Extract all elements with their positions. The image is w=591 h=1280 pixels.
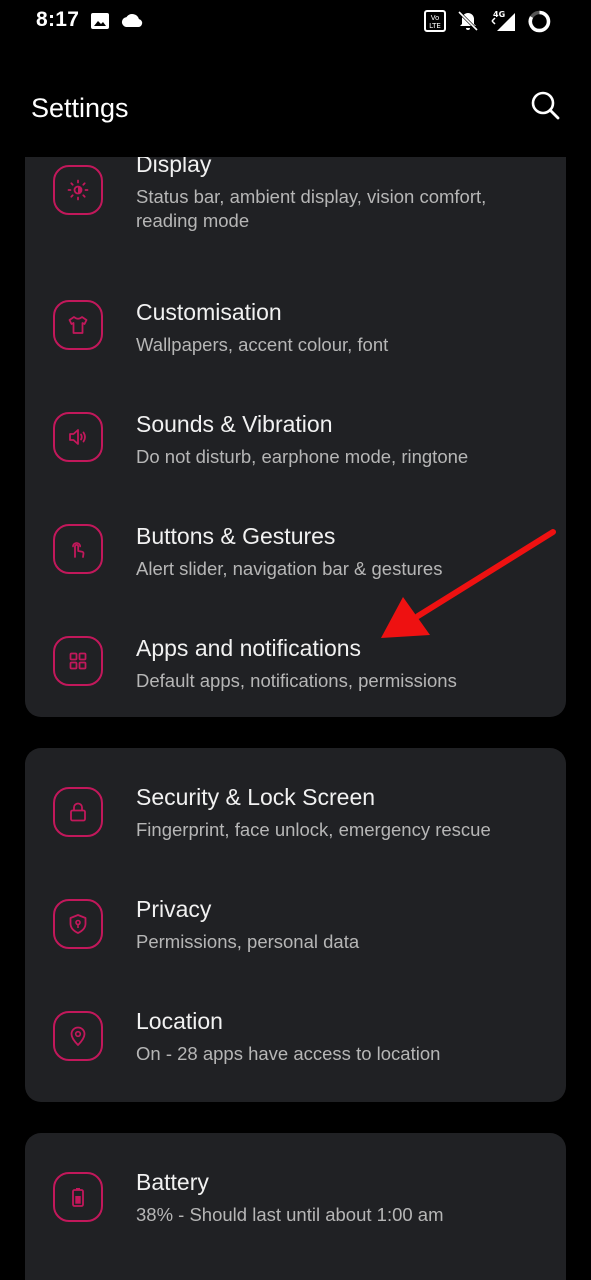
settings-item-location[interactable]: Location On - 28 apps have access to loc… — [25, 972, 566, 1084]
settings-item-title: Security & Lock Screen — [136, 784, 376, 810]
settings-screen: 8:17 Vo LTE 4G Settings Display Status b… — [0, 0, 591, 1280]
status-bar: 8:17 Vo LTE 4G — [0, 0, 591, 44]
location-pin-icon — [53, 1011, 103, 1061]
settings-item-privacy[interactable]: Privacy Permissions, personal data — [25, 860, 566, 972]
settings-item-subtitle: Default apps, notifications, permissions — [136, 670, 457, 691]
page-title: Settings — [31, 93, 129, 123]
tshirt-icon — [53, 300, 103, 350]
volte-icon: Vo LTE — [424, 10, 446, 32]
settings-item-subtitle: Status bar, ambient display, vision comf… — [136, 186, 487, 231]
settings-item-title: Privacy — [136, 896, 212, 922]
display-brightness-icon — [53, 165, 103, 215]
settings-item-title: Display — [136, 157, 212, 177]
battery-icon — [53, 1172, 103, 1222]
settings-group-3: Battery 38% - Should last until about 1:… — [25, 1133, 566, 1280]
settings-item-title: Battery — [136, 1169, 209, 1195]
settings-item-buttons-gestures[interactable]: Buttons & Gestures Alert slider, navigat… — [25, 485, 566, 597]
signal-4g-icon: 4G — [491, 10, 515, 31]
settings-item-subtitle: Do not disturb, earphone mode, ringtone — [136, 446, 469, 467]
battery-ring-icon — [528, 10, 551, 33]
settings-group-1: Display Status bar, ambient display, vis… — [25, 157, 566, 717]
settings-item-customisation[interactable]: Customisation Wallpapers, accent colour,… — [25, 261, 566, 373]
apps-grid-icon — [53, 636, 103, 686]
settings-item-subtitle: Wallpapers, accent colour, font — [136, 334, 389, 355]
speaker-icon — [53, 412, 103, 462]
svg-text:LTE: LTE — [429, 22, 441, 30]
settings-item-subtitle: On - 28 apps have access to location — [136, 1043, 441, 1064]
settings-item-display[interactable]: Display Status bar, ambient display, vis… — [25, 157, 566, 249]
svg-text:4G: 4G — [493, 10, 505, 19]
svg-text:Vo: Vo — [431, 14, 440, 22]
settings-item-sounds[interactable]: Sounds & Vibration Do not disturb, earph… — [25, 373, 566, 485]
touch-gesture-icon — [53, 524, 103, 574]
search-icon[interactable] — [525, 85, 565, 125]
settings-item-subtitle: Permissions, personal data — [136, 931, 360, 952]
image-icon — [91, 13, 109, 29]
settings-item-title: Location — [136, 1008, 223, 1034]
settings-item-title: Sounds & Vibration — [136, 411, 333, 437]
settings-item-security[interactable]: Security & Lock Screen Fingerprint, face… — [25, 748, 566, 860]
settings-group-2: Security & Lock Screen Fingerprint, face… — [25, 748, 566, 1102]
status-time: 8:17 — [36, 8, 80, 31]
shield-icon — [53, 899, 103, 949]
app-bar: Settings — [0, 60, 591, 156]
settings-item-apps-notifications[interactable]: Apps and notifications Default apps, not… — [25, 597, 566, 709]
settings-item-subtitle: 38% - Should last until about 1:00 am — [136, 1204, 444, 1225]
lock-icon — [53, 787, 103, 837]
settings-item-title: Apps and notifications — [136, 635, 362, 661]
settings-item-subtitle: Alert slider, navigation bar & gestures — [136, 558, 443, 579]
cloud-icon — [121, 14, 143, 27]
settings-item-subtitle: Fingerprint, face unlock, emergency resc… — [136, 819, 491, 840]
settings-item-battery[interactable]: Battery 38% - Should last until about 1:… — [25, 1133, 566, 1245]
notifications-off-icon — [457, 10, 479, 32]
settings-list: Display Status bar, ambient display, vis… — [0, 157, 591, 1280]
settings-item-title: Buttons & Gestures — [136, 523, 336, 549]
settings-item-title: Customisation — [136, 299, 282, 325]
